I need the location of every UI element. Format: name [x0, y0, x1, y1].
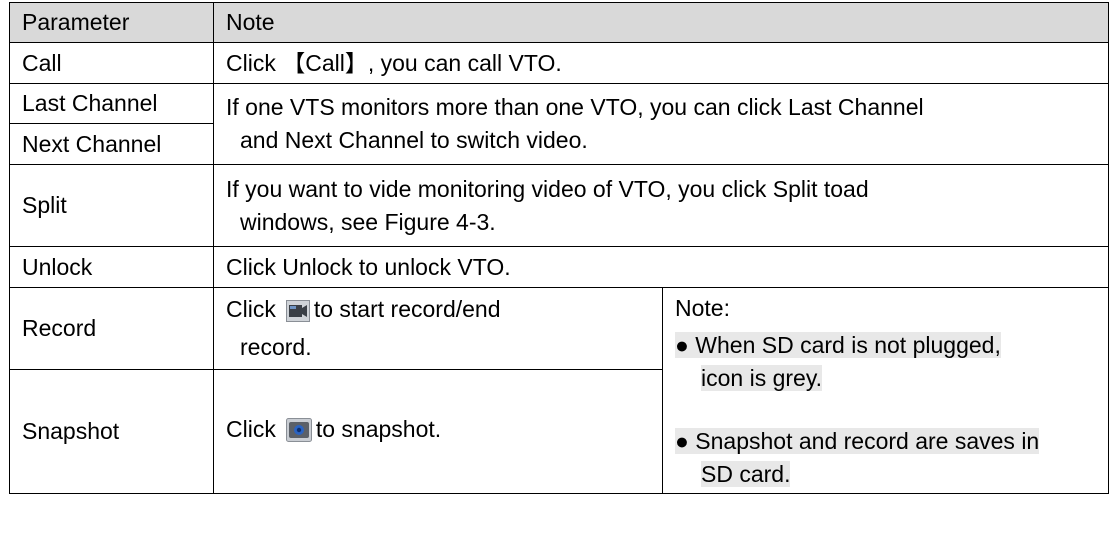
table-row-unlock: Unlock Click Unlock to unlock VTO. [9, 246, 1109, 288]
parameter-table: Parameter Note Call Click 【Call】, you ca… [9, 2, 1109, 494]
header-note: Note [213, 2, 1109, 43]
table-row-split: Split If you want to vide monitoring vid… [9, 164, 1109, 247]
record-icon [285, 298, 310, 331]
param-unlock: Unlock [9, 246, 214, 288]
camera-icon [285, 417, 312, 451]
note-channel: If one VTS monitors more than one VTO, y… [213, 83, 1109, 165]
param-call: Call [9, 42, 214, 84]
table-header-row: Parameter Note [9, 2, 1109, 43]
side-note: Note: ● When SD card is not plugged, ico… [662, 287, 1109, 494]
note-unlock: Click Unlock to unlock VTO. [213, 246, 1109, 288]
param-snapshot: Snapshot [9, 369, 214, 494]
note-snapshot: Click to snapshot. [213, 369, 663, 494]
table-row-last-channel: Last Channel If one VTS monitors more th… [9, 83, 1109, 165]
param-split: Split [9, 164, 214, 247]
note-split: If you want to vide monitoring video of … [213, 164, 1109, 247]
header-parameter: Parameter [9, 2, 214, 43]
table-row-call: Call Click 【Call】, you can call VTO. [9, 42, 1109, 84]
param-next-channel: Next Channel [9, 123, 214, 165]
table-row-record: Record Click to start record/end record. … [9, 287, 1109, 494]
param-last-channel: Last Channel [9, 83, 214, 124]
note-call: Click 【Call】, you can call VTO. [213, 42, 1109, 84]
note-record: Click to start record/end record. [213, 287, 663, 370]
param-record: Record [9, 287, 214, 370]
